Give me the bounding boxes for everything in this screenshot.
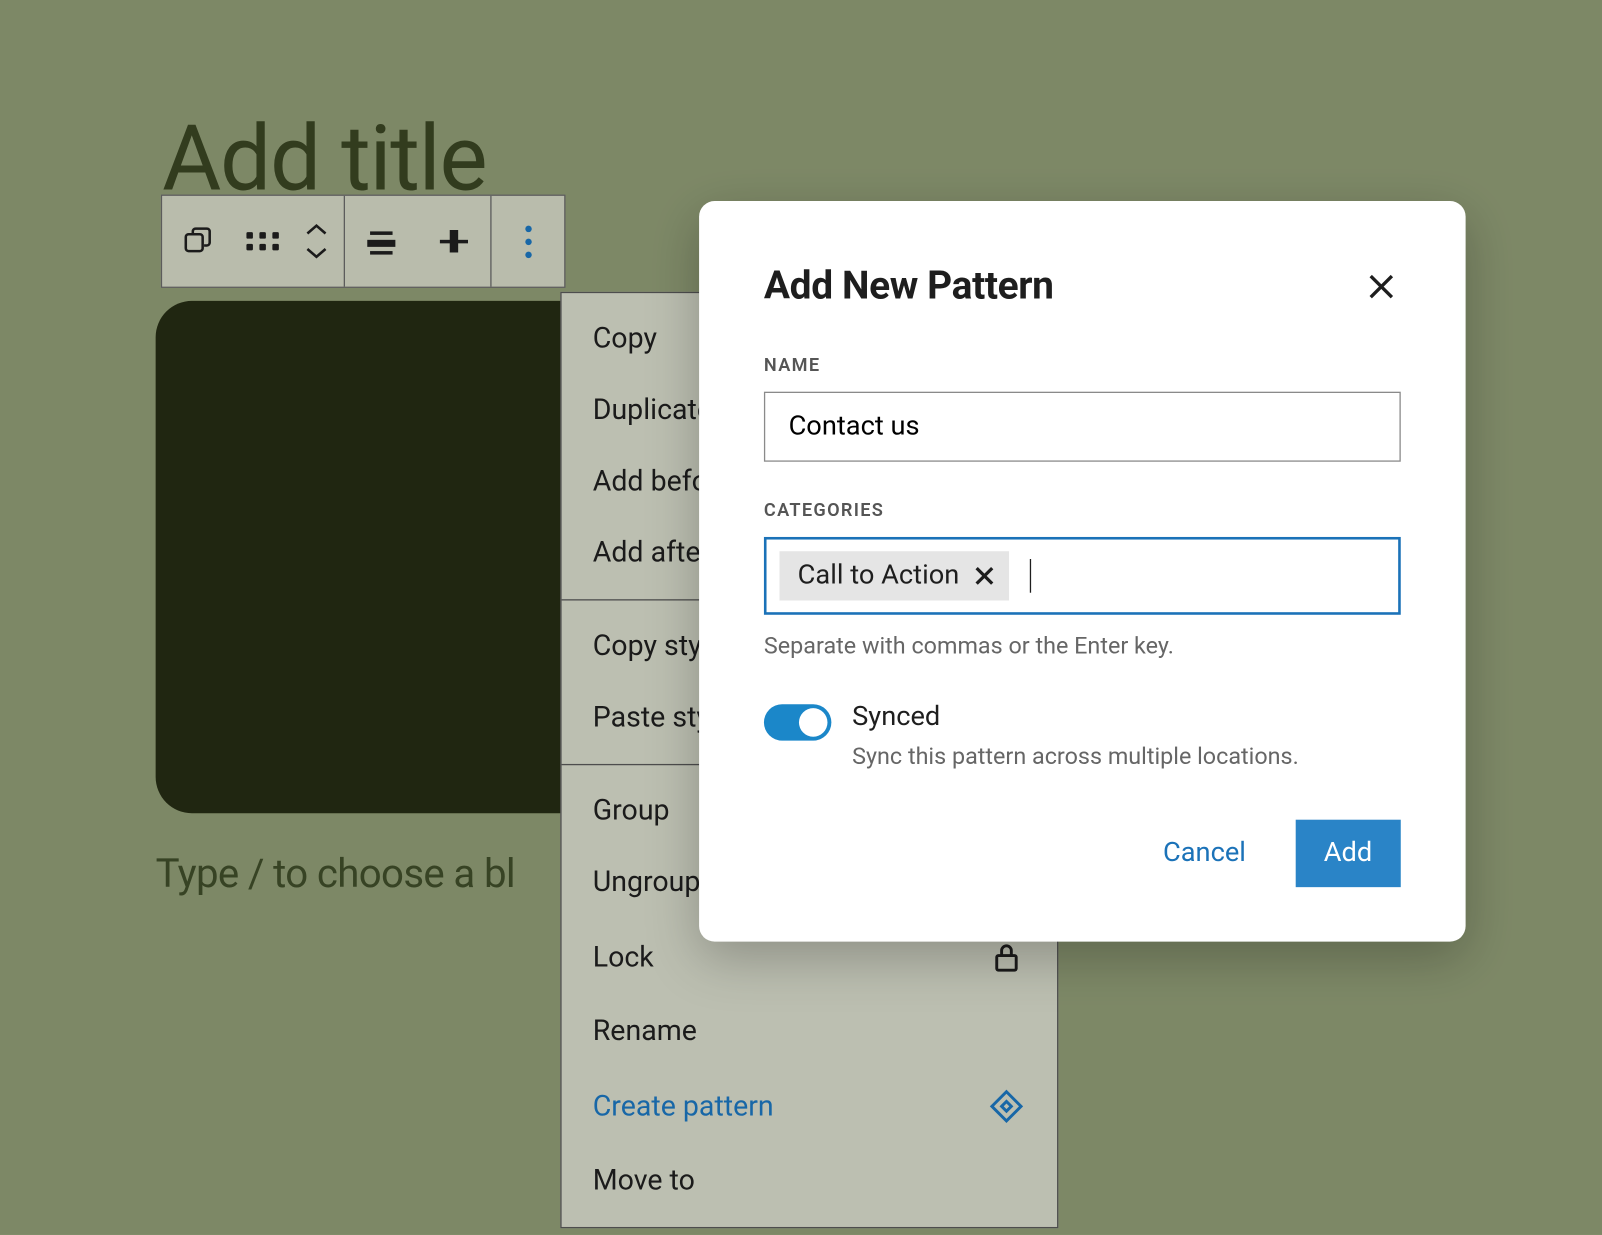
modal-close-button[interactable] (1362, 267, 1401, 306)
add-button[interactable]: Add (1295, 820, 1401, 887)
close-icon (1363, 268, 1399, 304)
modal-title: Add New Pattern (764, 263, 1054, 308)
categories-input[interactable]: Call to Action (764, 537, 1401, 615)
remove-tag-button[interactable] (972, 564, 995, 587)
synced-description: Sync this pattern across multiple locati… (852, 743, 1401, 770)
synced-toggle[interactable] (764, 704, 831, 740)
toggle-knob (799, 708, 828, 737)
add-pattern-modal: Add New Pattern NAME CATEGORIES Call to … (699, 201, 1466, 942)
name-input[interactable] (764, 392, 1401, 462)
category-tag-label: Call to Action (798, 560, 960, 591)
name-label: NAME (764, 355, 1401, 376)
synced-label: Synced (852, 702, 1401, 733)
categories-help-text: Separate with commas or the Enter key. (764, 633, 1401, 660)
categories-label: CATEGORIES (764, 501, 1401, 522)
close-icon (972, 564, 995, 587)
cancel-button[interactable]: Cancel (1140, 820, 1270, 887)
text-cursor (1029, 559, 1031, 593)
category-tag: Call to Action (779, 551, 1008, 600)
